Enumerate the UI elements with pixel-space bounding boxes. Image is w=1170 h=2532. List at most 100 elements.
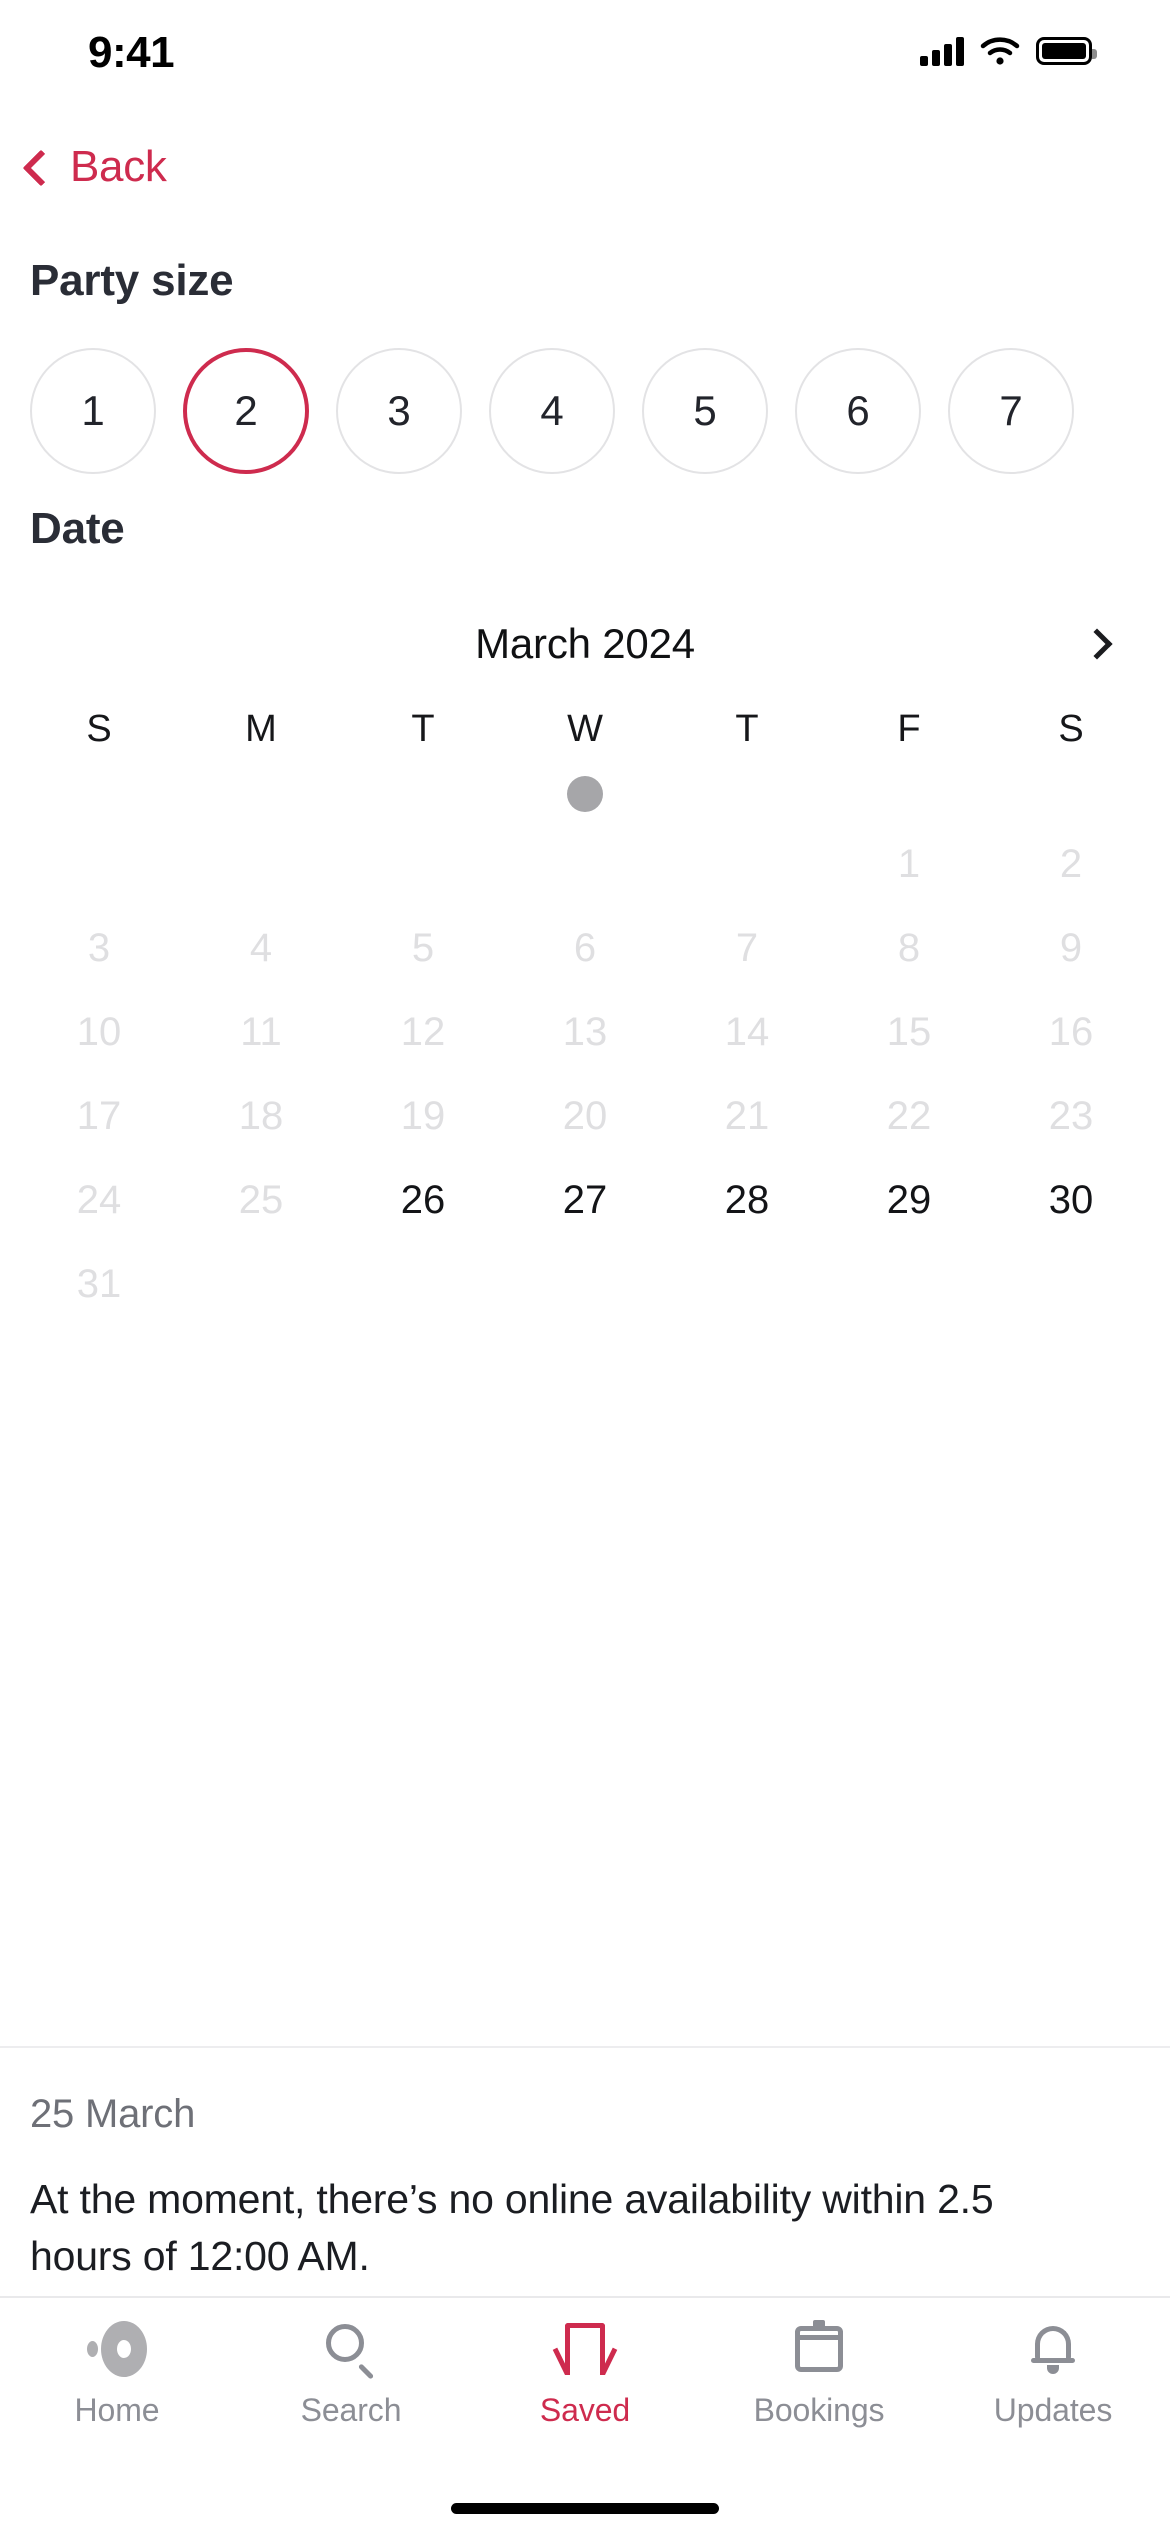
chevron-right-icon [1081, 628, 1113, 660]
calendar-day-28[interactable]: 28 [666, 1158, 828, 1242]
party-size-option-5[interactable]: 5 [642, 348, 768, 474]
availability-date-label: 25 March [30, 2092, 196, 2136]
calendar-weekday-label: S [86, 707, 112, 750]
calendar-weekday-label: F [897, 707, 921, 750]
calendar-day-6: 6 [573, 925, 597, 970]
calendar-day-13: 13 [562, 1009, 608, 1054]
bookmark-icon [564, 2323, 606, 2381]
party-size-option-4[interactable]: 4 [489, 348, 615, 474]
party-size-option-label: 2 [234, 387, 258, 434]
calendar-day-25: 25 [238, 1177, 284, 1222]
calendar-weekday-label: M [245, 707, 277, 750]
calendar-day-3: 3 [87, 925, 111, 970]
party-size-selector[interactable]: 1 2 3 4 5 6 7 [0, 348, 1170, 474]
party-size-heading: Party size [30, 256, 234, 305]
app-screen: 9:41 Back Party size 1234567 Date March … [0, 0, 1170, 2532]
calendar-weekday-header: SMTWTFS [0, 692, 1170, 766]
tab-icon-wrap [795, 2320, 843, 2378]
party-size-option-1[interactable]: 1 [30, 348, 156, 474]
calendar-day-grid: 1 2 3 4 5 6 7 8 9 10 11 12 13 14 15 16 17 18 19 20 21 22 23 24 2… [0, 822, 1170, 1326]
calendar-weekday-label: S [1058, 707, 1084, 750]
party-size-option-2[interactable]: 2 [183, 348, 309, 474]
calendar-day-2: 2 [1059, 841, 1083, 886]
tab-icon-wrap [87, 2320, 147, 2378]
loading-dot-icon [567, 776, 603, 812]
calendar: March 2024 SMTWTFS 1 2 3 4 5 6 7 8 9 10 11 12 13 14 15… [0, 554, 1170, 2046]
calendar-icon [795, 2326, 843, 2372]
calendar-day-24: 24 [76, 1177, 122, 1222]
calendar-day-14: 14 [724, 1009, 770, 1054]
tab-updates[interactable]: Updates [936, 2320, 1170, 2429]
date-heading: Date [30, 504, 125, 553]
calendar-day-21: 21 [724, 1093, 770, 1138]
tab-bookings[interactable]: Bookings [702, 2320, 936, 2429]
party-size-option-label: 6 [846, 387, 870, 434]
calendar-weekday-label: W [567, 707, 603, 750]
party-size-option-label: 5 [693, 387, 717, 434]
tab-icon-wrap [326, 2320, 376, 2380]
party-size-option-7[interactable]: 7 [948, 348, 1074, 474]
party-size-option-label: 3 [387, 387, 411, 434]
bottom-tab-bar: Home Search Saved Bookings Updates [0, 2296, 1170, 2484]
search-icon [326, 2324, 376, 2380]
calendar-day-22: 22 [886, 1093, 932, 1138]
cellular-signal-icon [920, 36, 964, 66]
navigation-bar: Back [0, 112, 1170, 204]
tab-search[interactable]: Search [234, 2320, 468, 2429]
calendar-day-19: 19 [400, 1093, 446, 1138]
calendar-day-26[interactable]: 26 [342, 1158, 504, 1242]
calendar-day-23: 23 [1048, 1093, 1094, 1138]
availability-message: At the moment, there’s no online availab… [30, 2176, 994, 2279]
calendar-day-9: 9 [1059, 925, 1083, 970]
chevron-left-icon [22, 149, 60, 187]
calendar-empty-cell [18, 822, 180, 906]
party-size-option-label: 4 [540, 387, 564, 434]
calendar-day-29[interactable]: 29 [828, 1158, 990, 1242]
calendar-dot-cell [504, 776, 666, 812]
party-size-option-label: 7 [999, 387, 1023, 434]
calendar-empty-cell [180, 822, 342, 906]
status-bar-time: 9:41 [88, 28, 175, 77]
calendar-day-10: 10 [76, 1009, 122, 1054]
calendar-month-header: March 2024 [0, 596, 1170, 692]
availability-panel: 25 March At the moment, there’s no onlin… [0, 2046, 1170, 2296]
tab-home[interactable]: Home [0, 2320, 234, 2429]
calendar-empty-cell [666, 822, 828, 906]
next-month-button[interactable] [1066, 613, 1128, 675]
calendar-day-12: 12 [400, 1009, 446, 1054]
calendar-day-5: 5 [411, 925, 435, 970]
back-button[interactable]: Back [22, 142, 167, 192]
calendar-empty-cell [504, 822, 666, 906]
tab-label: Saved [539, 2392, 631, 2428]
calendar-month-label: March 2024 [475, 620, 695, 667]
status-bar-indicators [920, 36, 1097, 66]
party-size-option-label: 1 [81, 387, 105, 434]
party-size-option-6[interactable]: 6 [795, 348, 921, 474]
calendar-day-20: 20 [562, 1093, 608, 1138]
calendar-day-1: 1 [897, 841, 921, 886]
calendar-weekday-label: T [411, 707, 435, 750]
wifi-icon [980, 37, 1020, 65]
calendar-day-11: 11 [240, 1009, 282, 1054]
calendar-day-16: 16 [1048, 1009, 1094, 1054]
tab-label: Home [74, 2392, 160, 2428]
bell-icon [1031, 2324, 1075, 2374]
calendar-day-31: 31 [76, 1261, 122, 1306]
tab-saved[interactable]: Saved [468, 2320, 702, 2429]
home-indicator [0, 2484, 1170, 2532]
calendar-day-15: 15 [886, 1009, 932, 1054]
calendar-day-18: 18 [238, 1093, 284, 1138]
tab-icon-wrap [564, 2320, 606, 2381]
calendar-weekday-label: T [735, 707, 759, 750]
status-bar: 9:41 [0, 0, 1170, 112]
tab-icon-wrap [1031, 2320, 1075, 2378]
party-size-option-3[interactable]: 3 [336, 348, 462, 474]
battery-icon [1036, 37, 1097, 65]
dining-plate-icon [87, 2321, 147, 2377]
calendar-day-30[interactable]: 30 [990, 1158, 1152, 1242]
calendar-loading-indicator-row [0, 766, 1170, 822]
tab-label: Bookings [753, 2392, 885, 2428]
calendar-day-8: 8 [897, 925, 921, 970]
calendar-day-17: 17 [76, 1093, 122, 1138]
calendar-day-27[interactable]: 27 [504, 1158, 666, 1242]
